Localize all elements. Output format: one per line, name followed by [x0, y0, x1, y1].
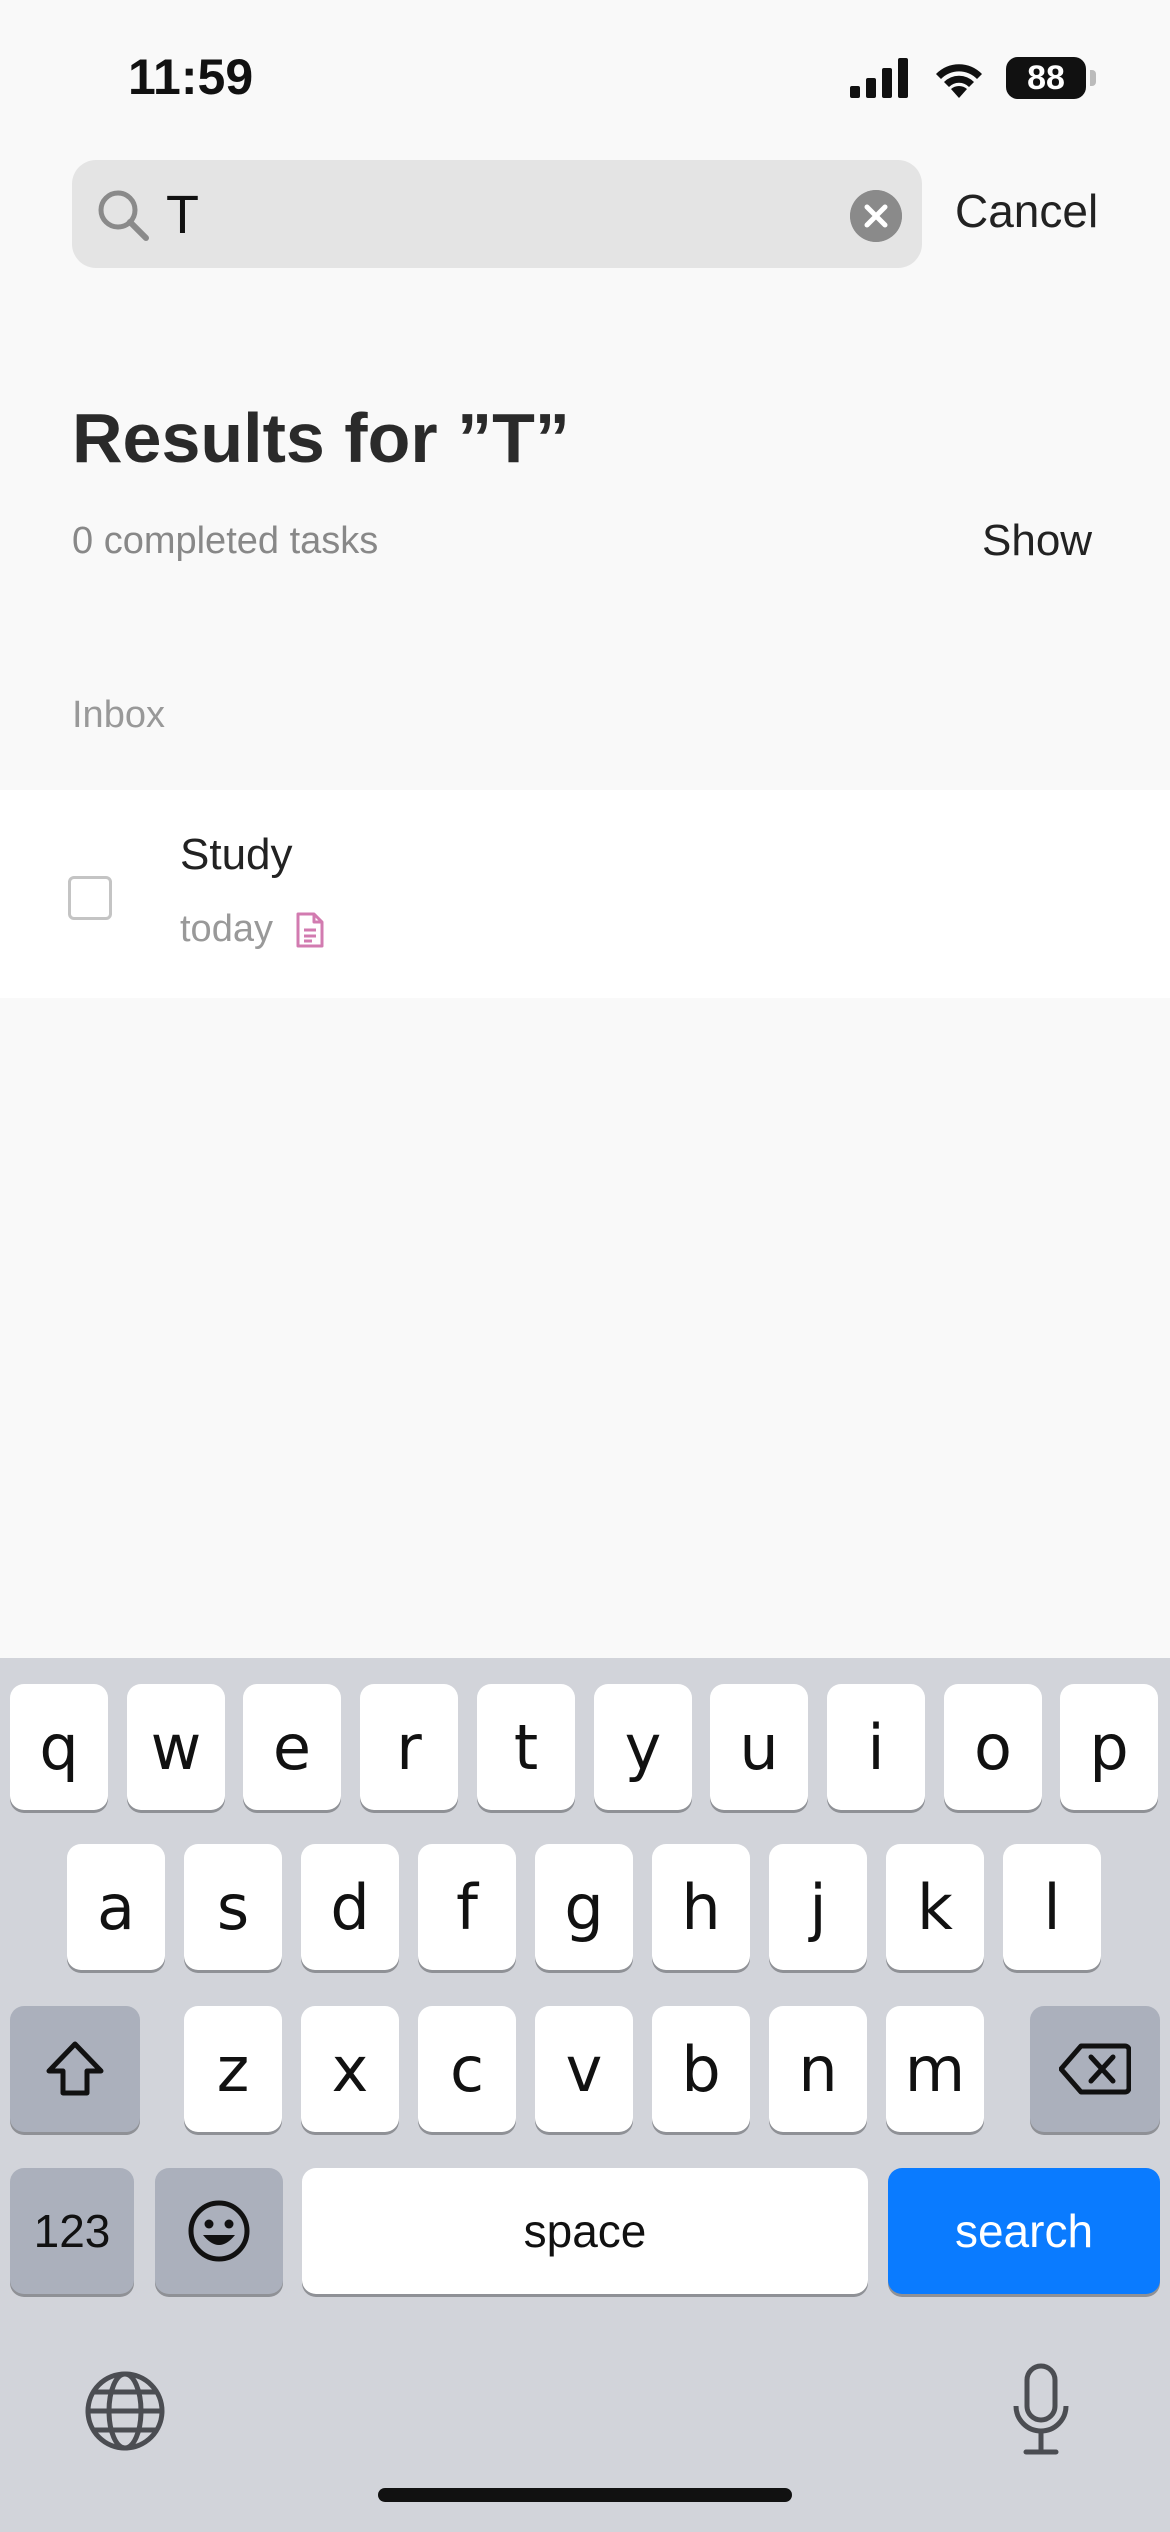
key-z[interactable]: z — [184, 2006, 282, 2132]
note-icon — [296, 912, 324, 947]
wifi-icon — [936, 64, 982, 98]
key-l[interactable]: l — [1003, 1844, 1101, 1970]
task-meta: today — [180, 908, 325, 951]
search-icon — [98, 190, 149, 241]
key-q[interactable]: q — [10, 1684, 108, 1810]
task-due-date: today — [180, 908, 273, 950]
key-h[interactable]: h — [652, 1844, 750, 1970]
key-n[interactable]: n — [769, 2006, 867, 2132]
key-p[interactable]: p — [1060, 1684, 1158, 1810]
key-o[interactable]: o — [944, 1684, 1042, 1810]
key-v[interactable]: v — [535, 2006, 633, 2132]
key-i[interactable]: i — [827, 1684, 925, 1810]
key-g[interactable]: g — [535, 1844, 633, 1970]
key-y[interactable]: y — [594, 1684, 692, 1810]
task-title: Study — [180, 830, 293, 879]
key-c[interactable]: c — [418, 2006, 516, 2132]
key-m[interactable]: m — [886, 2006, 984, 2132]
key-j[interactable]: j — [769, 1844, 867, 1970]
key-u[interactable]: u — [710, 1684, 808, 1810]
key-t[interactable]: t — [477, 1684, 575, 1810]
task-checkbox[interactable] — [68, 876, 112, 920]
home-indicator — [378, 2488, 792, 2502]
emoji-icon — [188, 2200, 250, 2262]
key-r[interactable]: r — [360, 1684, 458, 1810]
globe-icon[interactable] — [84, 2370, 166, 2452]
results-title: Results for ”T” — [72, 399, 570, 477]
key-a[interactable]: a — [67, 1844, 165, 1970]
show-completed-button[interactable]: Show — [982, 516, 1092, 566]
microphone-icon[interactable] — [1010, 2362, 1072, 2458]
key-w[interactable]: w — [127, 1684, 225, 1810]
emoji-key[interactable] — [155, 2168, 283, 2294]
task-row[interactable]: Study today — [0, 790, 1170, 998]
key-d[interactable]: d — [301, 1844, 399, 1970]
shift-icon — [46, 2041, 104, 2096]
clear-search-icon[interactable] — [850, 190, 902, 242]
key-x[interactable]: x — [301, 2006, 399, 2132]
battery-level: 88 — [1027, 58, 1065, 97]
key-e[interactable]: e — [243, 1684, 341, 1810]
status-time: 11:59 — [128, 49, 254, 105]
completed-tasks-count: 0 completed tasks — [72, 520, 379, 562]
shift-key[interactable] — [10, 2006, 140, 2132]
backspace-icon — [1059, 2043, 1131, 2095]
battery-icon: 88 — [1006, 57, 1096, 99]
cellular-signal-icon — [850, 58, 908, 98]
section-label-inbox: Inbox — [72, 694, 165, 736]
keyboard: qwertyuiop asdfghjkl zxcvbnm 123 space s… — [0, 1658, 1170, 2532]
status-bar: 11:59 88 — [0, 0, 1170, 150]
key-b[interactable]: b — [652, 2006, 750, 2132]
key-f[interactable]: f — [418, 1844, 516, 1970]
status-icons: 88 — [850, 56, 1096, 100]
search-input[interactable]: T — [166, 184, 199, 246]
numbers-key[interactable]: 123 — [10, 2168, 134, 2294]
delete-key[interactable] — [1030, 2006, 1160, 2132]
search-key[interactable]: search — [888, 2168, 1160, 2294]
key-s[interactable]: s — [184, 1844, 282, 1970]
search-bar[interactable]: T — [72, 160, 922, 268]
key-k[interactable]: k — [886, 1844, 984, 1970]
cancel-button[interactable]: Cancel — [955, 184, 1098, 238]
space-key[interactable]: space — [302, 2168, 868, 2294]
